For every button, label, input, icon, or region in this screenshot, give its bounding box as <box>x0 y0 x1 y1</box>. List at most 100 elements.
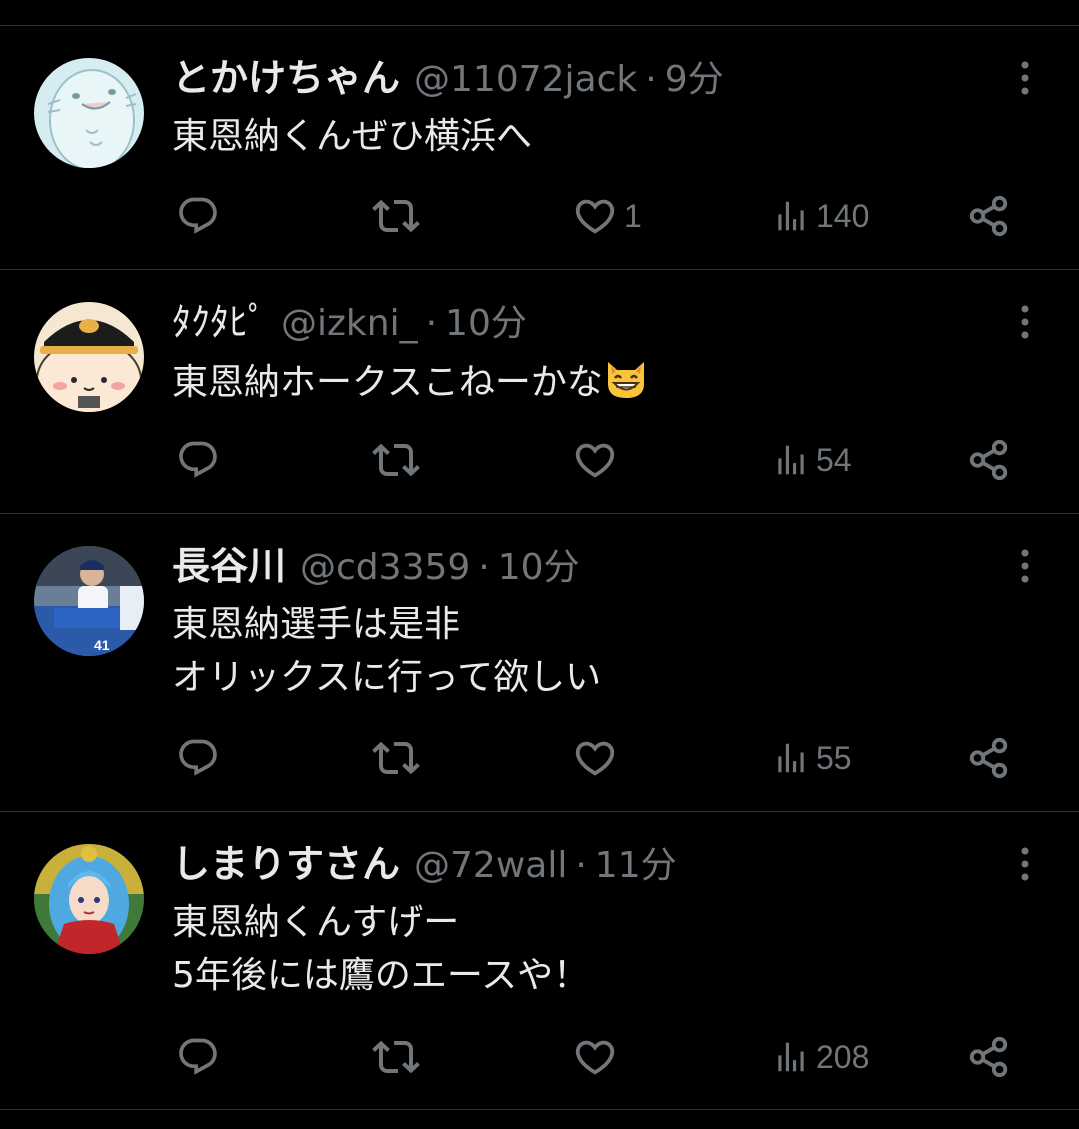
anime-girl-avatar-icon <box>34 844 144 954</box>
more-icon <box>1021 305 1029 339</box>
tweet-actions: 208 <box>0 1032 1079 1082</box>
reply-icon <box>179 441 217 478</box>
share-icon <box>969 195 1008 237</box>
display-name[interactable]: ﾀｸﾀﾋﾟ <box>172 300 267 344</box>
more-button[interactable] <box>1016 60 1034 96</box>
more-button[interactable] <box>1016 304 1034 340</box>
timeline-feed: とかけちゃん@11072jack·9分 東恩納くんぜひ横浜へ 1 140 <box>0 0 1079 1129</box>
view-count: 140 <box>816 197 870 234</box>
separator: · <box>478 547 490 588</box>
reply-button[interactable] <box>176 435 220 485</box>
retweet-icon <box>372 443 420 477</box>
like-button[interactable] <box>572 435 624 485</box>
heart-icon <box>575 199 615 234</box>
reply-icon <box>179 1038 217 1075</box>
share-icon <box>969 439 1008 481</box>
tweet-text-line: 5年後には鷹のエースや！ <box>172 955 590 996</box>
like-count: 1 <box>624 197 642 234</box>
handle[interactable]: @11072jack <box>414 59 637 100</box>
tweet-actions: 1 140 <box>0 191 1079 241</box>
separator: · <box>575 845 587 886</box>
handle[interactable]: @72wall <box>414 845 567 886</box>
baseball-photo-avatar-icon: 41 <box>34 546 144 656</box>
cartoon-character-with-cap-avatar-icon <box>34 302 144 412</box>
tweet-text-line: 東恩納ホークスこねーかな <box>172 362 603 403</box>
retweet-icon <box>372 1040 420 1074</box>
tweet-actions: 54 <box>0 435 1079 485</box>
retweet-button[interactable] <box>372 435 420 485</box>
retweet-button[interactable] <box>372 1032 420 1082</box>
view-count: 208 <box>816 1038 870 1075</box>
tweet-text: 東恩納ホークスこねーかな <box>172 354 649 409</box>
tweet-2[interactable]: ﾀｸﾀﾋﾟ @izkni_ · 10分 東恩納ホークスこねーかな 54 <box>0 270 1079 513</box>
view-count: 54 <box>816 441 852 478</box>
handle[interactable]: @izkni_ <box>281 303 418 344</box>
share-button[interactable] <box>966 191 1012 241</box>
share-button[interactable] <box>966 435 1012 485</box>
like-button[interactable]: 1 <box>572 191 642 241</box>
tweet-actions: 55 <box>0 733 1079 783</box>
avatar[interactable] <box>34 302 144 412</box>
tweet-text-line: 東恩納くんすげー <box>172 902 460 943</box>
tweet-text-line: オリックスに行って欲しい <box>172 657 602 698</box>
views-icon <box>778 201 804 231</box>
tweet-4[interactable]: しまりすさん @72wall · 11分 東恩納くんすげー 5年後には鷹のエースや！ 2… <box>0 812 1079 1109</box>
retweet-icon <box>372 741 420 775</box>
grinning-cat-emoji-icon <box>607 362 644 398</box>
like-button[interactable] <box>572 733 624 783</box>
tweet-text-line: 東恩納選手は是非 <box>172 604 461 645</box>
separator: · <box>645 59 657 100</box>
timestamp[interactable]: 11分 <box>595 845 677 886</box>
like-button[interactable] <box>572 1032 624 1082</box>
avatar[interactable] <box>34 844 144 954</box>
views-button[interactable]: 54 <box>772 435 852 485</box>
retweet-button[interactable] <box>372 733 420 783</box>
avatar[interactable]: 41 <box>34 546 144 656</box>
separator: · <box>425 303 438 344</box>
tweet-1[interactable]: とかけちゃん @11072jack · 9分 東恩納くんぜひ横浜へ 1 140 <box>0 26 1079 269</box>
heart-icon <box>575 741 615 776</box>
share-button[interactable] <box>966 1032 1012 1082</box>
retweet-button[interactable] <box>372 191 420 241</box>
tweet-header: ﾀｸﾀﾋﾟ @izkni_ · 10分 <box>172 303 527 342</box>
reply-icon <box>179 739 217 776</box>
tweet-text-line: 東恩納くんぜひ横浜へ <box>172 116 533 157</box>
tweet-header: しまりすさん @72wall · 11分 <box>172 845 677 884</box>
retweet-icon <box>372 199 420 233</box>
views-button[interactable]: 208 <box>772 1032 869 1082</box>
share-icon <box>969 1036 1008 1078</box>
timestamp[interactable]: 10分 <box>498 547 580 588</box>
tweet-text: 東恩納くんすげー 5年後には鷹のエースや！ <box>172 896 589 1002</box>
display-name[interactable]: とかけちゃん <box>172 56 400 100</box>
cartoon-creature-avatar-icon <box>34 58 144 168</box>
more-icon <box>1021 847 1029 881</box>
avatar[interactable] <box>34 58 144 168</box>
timestamp[interactable]: 10分 <box>445 303 527 344</box>
display-name[interactable]: しまりすさん <box>172 842 400 886</box>
views-button[interactable]: 55 <box>772 733 852 783</box>
more-icon <box>1021 549 1029 583</box>
view-count: 55 <box>816 739 852 776</box>
svg-text:41: 41 <box>94 637 110 653</box>
more-icon <box>1021 61 1029 95</box>
views-icon <box>778 1042 804 1072</box>
tweet-text: 東恩納くんぜひ横浜へ <box>172 110 532 163</box>
share-icon <box>969 737 1008 779</box>
handle[interactable]: @cd3359 <box>300 547 470 588</box>
more-button[interactable] <box>1016 548 1034 584</box>
more-button[interactable] <box>1016 846 1034 882</box>
reply-button[interactable] <box>176 191 220 241</box>
heart-icon <box>575 1040 615 1075</box>
tweet-3[interactable]: 41 長谷川 @cd3359 · 10分 東恩納選手は是非オリックスに行って欲しい <box>0 514 1079 811</box>
tweet-header: とかけちゃん @11072jack · 9分 <box>172 59 724 98</box>
share-button[interactable] <box>966 733 1012 783</box>
tweet-header: 長谷川 @cd3359 · 10分 <box>172 547 580 586</box>
display-name[interactable]: 長谷川 <box>172 544 286 588</box>
views-button[interactable]: 140 <box>772 191 869 241</box>
divider <box>0 1109 1079 1110</box>
heart-icon <box>575 443 615 478</box>
timestamp[interactable]: 9分 <box>665 59 724 100</box>
tweet-text: 東恩納選手は是非オリックスに行って欲しい <box>172 598 601 704</box>
reply-button[interactable] <box>176 1032 220 1082</box>
reply-button[interactable] <box>176 733 220 783</box>
